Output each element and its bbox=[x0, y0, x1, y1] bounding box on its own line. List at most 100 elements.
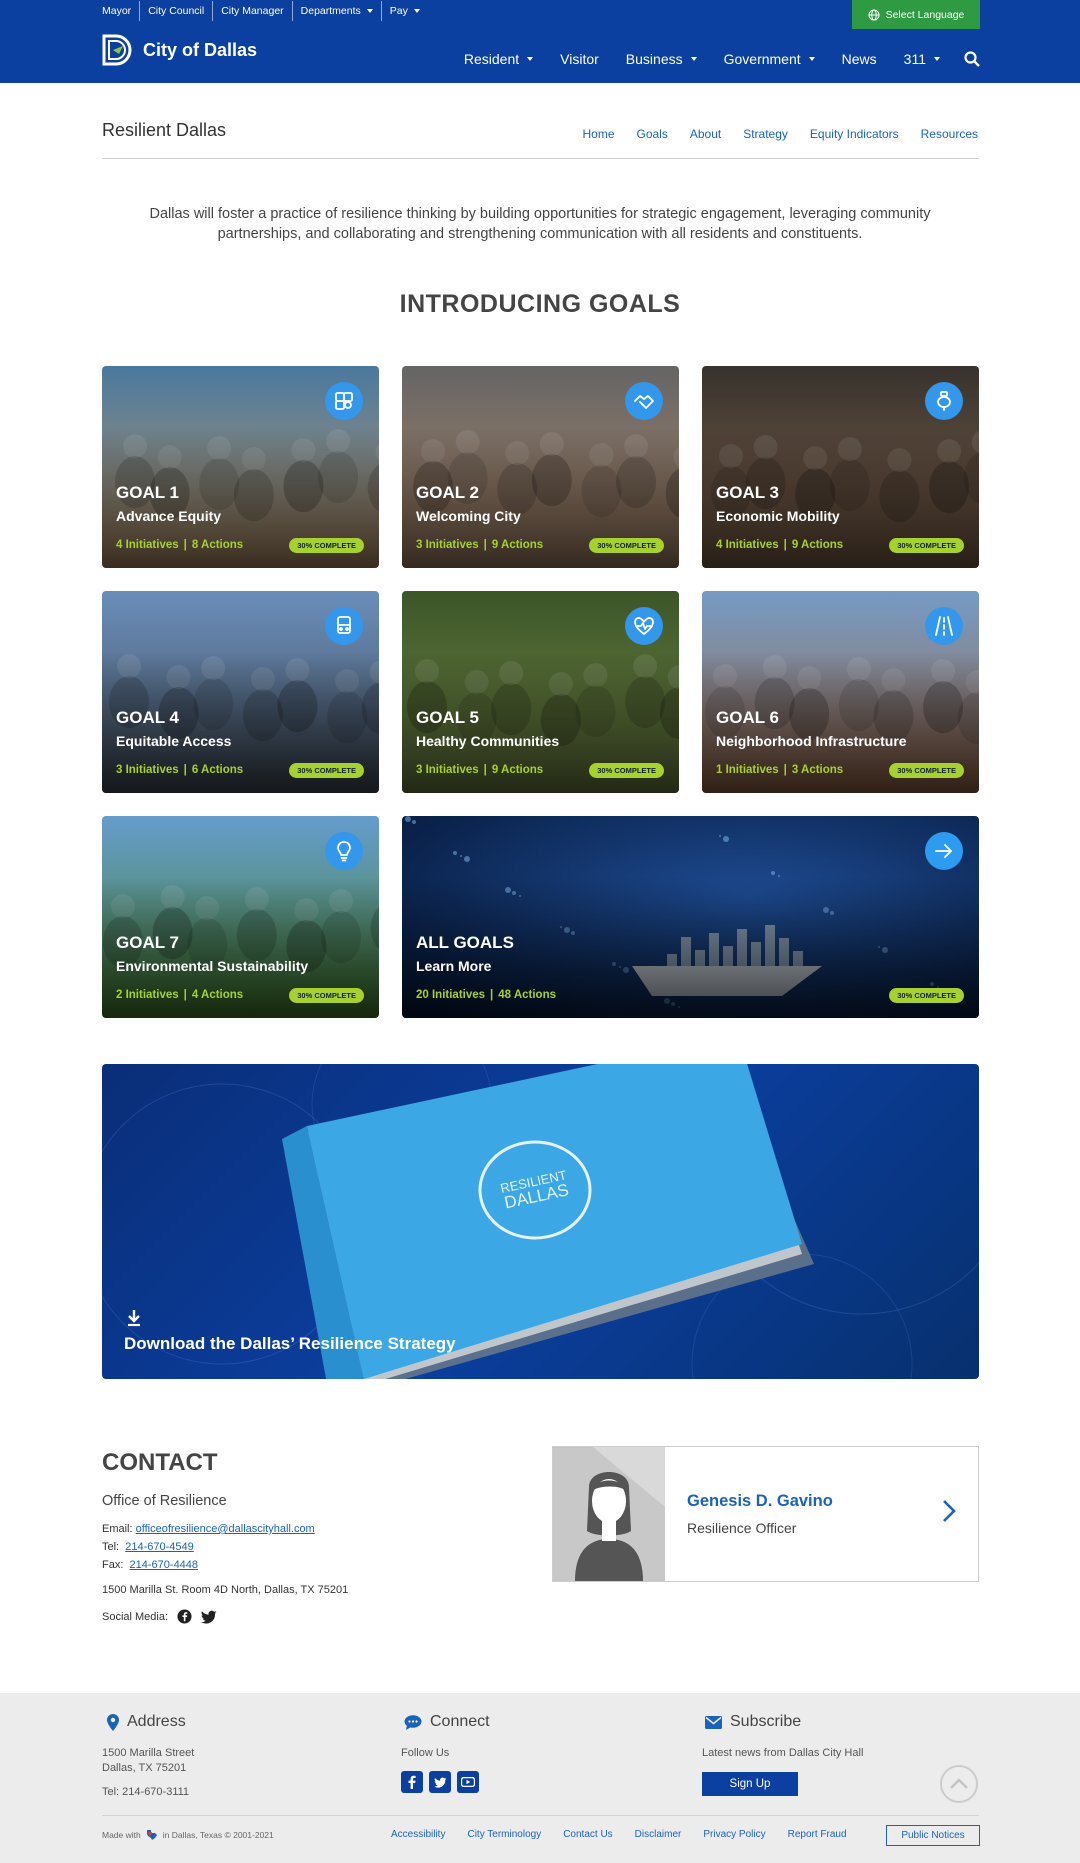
nav-item-311[interactable]: 311 bbox=[904, 51, 940, 67]
nav-item-label: News bbox=[841, 51, 877, 67]
utility-nav: Mayor City Council City Manager Departments… bbox=[94, 0, 428, 22]
card-goal-stats: 1 Initiatives | 3 Actions bbox=[716, 764, 843, 776]
goal-card-2[interactable]: GOAL 2 Welcoming City 3 Initiatives | 9 Acti… bbox=[402, 366, 679, 568]
footer-link-privacy-policy[interactable]: Privacy Policy bbox=[703, 1829, 765, 1840]
card-goal-number: GOAL 1 bbox=[116, 483, 179, 502]
subnav-link-goals[interactable]: Goals bbox=[637, 127, 668, 141]
subnav-link-home[interactable]: Home bbox=[582, 127, 614, 141]
road-icon bbox=[925, 607, 963, 645]
public-notices-button[interactable]: Public Notices bbox=[886, 1825, 980, 1846]
tel-link[interactable]: 214-670-4549 bbox=[125, 1541, 194, 1553]
contact-person-name: Genesis D. Gavino bbox=[687, 1492, 833, 1510]
goal-card-4[interactable]: GOAL 4 Equitable Access 3 Initiatives | 6 Ac… bbox=[102, 591, 379, 793]
section-title[interactable]: Resilient Dallas bbox=[102, 120, 226, 141]
download-strategy-label: Download the Dallas’ Resilience Strategy bbox=[124, 1334, 456, 1353]
card-goal-name: Learn More bbox=[416, 958, 492, 974]
caret-down-icon bbox=[934, 57, 940, 61]
select-language-button[interactable]: Select Language bbox=[852, 0, 980, 29]
main-nav: Resident Visitor Business Government News 311 bbox=[437, 48, 980, 70]
city-logo[interactable]: City of Dallas bbox=[101, 33, 257, 67]
card-initiatives: 3 Initiatives bbox=[416, 764, 479, 776]
footer-subscribe-title: Subscribe bbox=[730, 1713, 802, 1730]
all-goals-card[interactable]: ALL GOALS Learn More 20 Initiatives | 48 Act… bbox=[402, 816, 979, 1018]
contact-person-card[interactable]: Genesis D. Gavino Resilience Officer bbox=[552, 1446, 979, 1582]
goal-card-7[interactable]: GOAL 7 Environmental Sustainability 2 Init… bbox=[102, 816, 379, 1018]
contact-address: 1500 Marilla St. Room 4D North, Dallas, … bbox=[102, 1584, 349, 1596]
card-goal-number: GOAL 3 bbox=[716, 483, 779, 502]
envelope-icon bbox=[705, 1715, 722, 1729]
card-goal-number: GOAL 2 bbox=[416, 483, 479, 502]
card-goal-name: Advance Equity bbox=[116, 508, 222, 524]
nav-item-government[interactable]: Government bbox=[724, 51, 815, 67]
facebook-icon[interactable] bbox=[177, 1609, 192, 1624]
card-goal-name: Economic Mobility bbox=[716, 508, 840, 524]
sign-up-button[interactable]: Sign Up bbox=[702, 1772, 798, 1796]
nav-item-resident[interactable]: Resident bbox=[464, 51, 534, 67]
status-badge: 30% COMPLETE bbox=[589, 538, 664, 553]
globe-icon bbox=[868, 9, 880, 20]
footer-twitter-icon[interactable] bbox=[429, 1771, 451, 1793]
nav-item-visitor[interactable]: Visitor bbox=[560, 51, 599, 67]
card-actions: 6 Actions bbox=[191, 764, 244, 776]
subnav-link-strategy[interactable]: Strategy bbox=[743, 127, 788, 141]
caret-down-icon bbox=[527, 57, 534, 61]
utility-link-mayor[interactable]: Mayor bbox=[94, 1, 139, 21]
stats-separator: | bbox=[183, 539, 187, 551]
card-goal-stats: 3 Initiatives | 9 Actions bbox=[416, 764, 543, 776]
search-icon[interactable] bbox=[964, 51, 980, 67]
footer-address-tel: Tel: 214-670-3111 bbox=[102, 1786, 190, 1798]
footer-link-city-terminology[interactable]: City Terminology bbox=[467, 1829, 541, 1840]
card-initiatives: 2 Initiatives bbox=[116, 989, 179, 1001]
handshake-icon bbox=[625, 382, 663, 420]
chat-bubble-icon bbox=[404, 1714, 422, 1730]
nav-item-label: Business bbox=[625, 51, 683, 67]
footer-link-report-fraud[interactable]: Report Fraud bbox=[788, 1829, 847, 1840]
footer-link-disclaimer[interactable]: Disclaimer bbox=[635, 1829, 682, 1840]
footer-youtube-icon[interactable] bbox=[457, 1771, 479, 1793]
subnav-link-resources[interactable]: Resources bbox=[921, 127, 978, 141]
goal-card-1[interactable]: GOAL 1 Advance Equity 4 Initiatives | 8 Acti… bbox=[102, 366, 379, 568]
strategy-download-banner[interactable]: RESILIENT DALLAS Download the Dallas’ Re… bbox=[102, 1064, 979, 1379]
card-initiatives: 3 Initiatives bbox=[416, 539, 479, 551]
footer-facebook-icon[interactable] bbox=[401, 1771, 423, 1793]
nav-item-news[interactable]: News bbox=[842, 51, 877, 67]
contact-tel-row: Tel: 214-670-4549 bbox=[102, 1541, 194, 1553]
card-initiatives: 3 Initiatives bbox=[116, 764, 179, 776]
utility-link-departments[interactable]: Departments bbox=[291, 1, 381, 21]
footer-divider bbox=[102, 1815, 979, 1816]
made-with-location: in Dallas, Texas © 2001-2021 bbox=[162, 1830, 274, 1840]
goal-card-3[interactable]: GOAL 3 Economic Mobility 4 Initiatives | 9 A… bbox=[702, 366, 979, 568]
status-badge: 30% COMPLETE bbox=[289, 763, 364, 778]
stats-separator: | bbox=[783, 539, 787, 551]
tel-label: Tel: bbox=[102, 1541, 120, 1553]
subnav-link-equity-indicators[interactable]: Equity Indicators bbox=[810, 127, 899, 141]
card-actions: 9 Actions bbox=[791, 539, 844, 551]
footer-link-contact-us[interactable]: Contact Us bbox=[563, 1829, 612, 1840]
fax-link[interactable]: 214-670-4448 bbox=[130, 1559, 199, 1571]
caret-down-icon bbox=[808, 57, 815, 61]
email-link[interactable]: officeofresilience@dallascityhall.com bbox=[136, 1523, 315, 1535]
stats-separator: | bbox=[483, 764, 487, 776]
footer-links: Accessibility City Terminology Contact Us D… bbox=[391, 1829, 869, 1840]
utility-link-city-council[interactable]: City Council bbox=[139, 1, 212, 21]
arrow-right-icon[interactable] bbox=[925, 832, 963, 870]
footer-subscribe-heading: Subscribe bbox=[705, 1713, 801, 1731]
puzzle-icon bbox=[325, 382, 363, 420]
stats-separator: | bbox=[183, 989, 187, 1001]
divider bbox=[102, 158, 979, 159]
stats-separator: | bbox=[483, 539, 487, 551]
utility-link-city-manager[interactable]: City Manager bbox=[212, 1, 291, 21]
subnav-link-about[interactable]: About bbox=[690, 127, 721, 141]
goal-card-5[interactable]: GOAL 5 Healthy Communities 3 Initiatives | 9… bbox=[402, 591, 679, 793]
goal-card-6[interactable]: GOAL 6 Neighborhood Infrastructure 1 Initi… bbox=[702, 591, 979, 793]
footer-address-line1: 1500 Marilla Street bbox=[102, 1747, 195, 1759]
card-goal-name: Neighborhood Infrastructure bbox=[716, 733, 907, 749]
nav-item-label: 311 bbox=[903, 51, 926, 67]
nav-item-business[interactable]: Business bbox=[626, 51, 697, 67]
stats-separator: | bbox=[783, 764, 787, 776]
twitter-icon[interactable] bbox=[201, 1610, 217, 1624]
card-initiatives: 20 Initiatives bbox=[416, 989, 486, 1001]
utility-link-pay[interactable]: Pay bbox=[380, 1, 428, 21]
back-to-top-button[interactable] bbox=[940, 1765, 978, 1803]
footer-link-accessibility[interactable]: Accessibility bbox=[391, 1829, 445, 1840]
